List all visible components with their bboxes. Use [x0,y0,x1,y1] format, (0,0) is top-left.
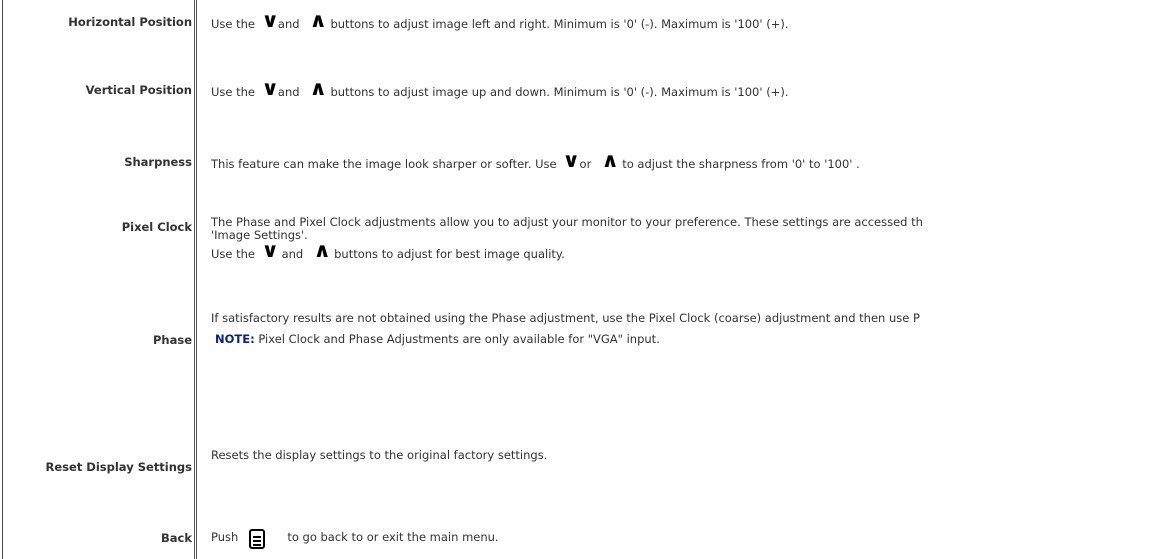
down-arrow-icon: ∨ [260,8,279,32]
vertical-position-label: Vertical Position [85,83,192,97]
up-arrow-icon: ∧ [309,8,328,32]
desc-text: or [579,157,592,171]
phase-description: If satisfactory results are not obtained… [211,312,920,325]
desc-text: Use the [211,247,256,261]
desc-line: The Phase and Pixel Clock adjustments al… [211,215,923,229]
osd-settings-table: Horizontal Position Use the ∨and ∧ button… [0,0,1170,559]
table-column-divider [194,0,197,559]
sharpness-label: Sharpness [124,155,192,169]
desc-line: If satisfactory results are not obtained… [211,311,920,325]
desc-text: Use the [211,85,256,99]
reset-display-settings-label: Reset Display Settings [45,460,193,474]
phase-label: Phase [152,333,192,347]
table-left-border [2,0,3,559]
desc-text: buttons to adjust image up and down. Min… [330,85,789,99]
desc-text: to adjust the sharpness from '0' to '100… [622,157,860,171]
desc-text: buttons to adjust image left and right. … [330,17,789,31]
desc-text: buttons to adjust for best image quality… [334,247,565,261]
horizontal-position-description: Use the ∨and ∧ buttons to adjust image le… [211,8,789,32]
menu-button-icon [249,529,266,549]
reset-description: Resets the display settings to the origi… [211,448,548,462]
pixel-clock-description: The Phase and Pixel Clock adjustments al… [211,216,923,261]
desc-text: and [277,17,300,31]
desc-text: Use the [211,17,256,31]
desc-text: and [277,85,300,99]
pixel-clock-label: Pixel Clock [121,220,192,234]
desc-line: Use the ∨ and ∧ buttons to adjust for bes… [211,238,923,262]
back-label: Back [161,531,192,545]
sharpness-description: This feature can make the image look sha… [211,148,860,172]
note-label: NOTE: [215,332,255,346]
desc-text: Push [211,530,239,544]
desc-text: and [281,247,304,261]
up-arrow-icon: ∧ [313,238,331,262]
desc-text: to go back to or exit the main menu. [287,530,499,544]
vertical-position-description: Use the ∨and ∧ buttons to adjust image up… [211,76,789,100]
back-description: Push to go back to or exit the main menu. [211,529,499,549]
up-arrow-icon: ∧ [309,76,328,100]
horizontal-position-label: Horizontal Position [68,15,192,29]
desc-text: This feature can make the image look sha… [211,157,557,171]
down-arrow-icon: ∨ [260,238,279,262]
note-text: Pixel Clock and Phase Adjustments are on… [258,332,660,346]
phase-note: NOTE: Pixel Clock and Phase Adjustments … [215,333,660,346]
up-arrow-icon: ∧ [601,148,620,172]
down-arrow-icon: ∨ [562,148,581,172]
down-arrow-icon: ∨ [260,76,279,100]
